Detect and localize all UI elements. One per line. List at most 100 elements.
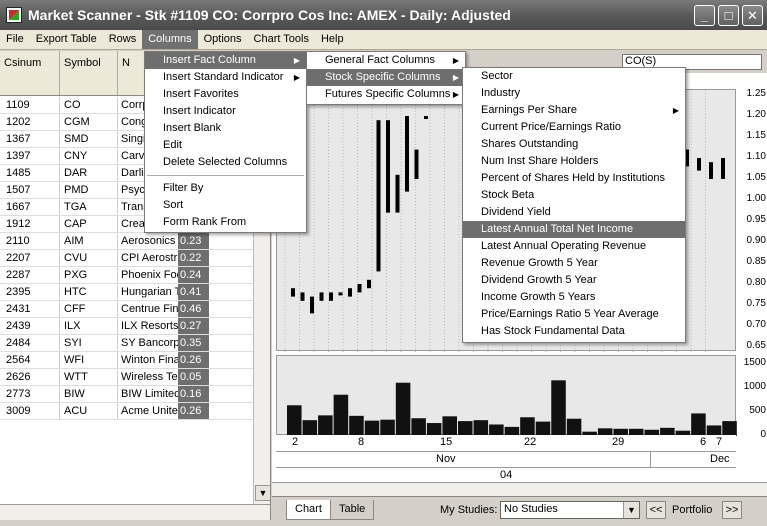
csinum-cell: 2395 bbox=[0, 284, 60, 300]
stock-menu-item[interactable]: Price/Earnings Ratio 5 Year Average bbox=[463, 306, 685, 323]
menu-export-table[interactable]: Export Table bbox=[30, 30, 103, 49]
table-row[interactable]: 2626 WTT Wireless Tel 0.05 bbox=[0, 369, 270, 386]
volume-bar bbox=[535, 421, 551, 436]
chevron-down-icon[interactable]: ▼ bbox=[623, 502, 639, 518]
previous-button[interactable]: << bbox=[646, 501, 666, 519]
stock-menu-item[interactable]: Dividend Yield bbox=[463, 204, 685, 221]
name-cell: Phoenix Foo bbox=[121, 269, 178, 281]
column-header-csinum[interactable]: Csinum bbox=[0, 51, 60, 95]
volume-axis: 1500 1000 500 0 bbox=[738, 355, 767, 440]
name-cell: Acme United bbox=[121, 405, 178, 417]
stock-menu-item[interactable]: Revenue Growth 5 Year bbox=[463, 255, 685, 272]
table-row[interactable]: 2207 CVU CPI Aerostru 0.22 bbox=[0, 250, 270, 267]
stock-menu-item[interactable]: Has Stock Fundamental Data bbox=[463, 323, 685, 340]
stock-menu-item[interactable]: Current Price/Earnings Ratio bbox=[463, 119, 685, 136]
stock-menu-item[interactable]: Num Inst Share Holders bbox=[463, 153, 685, 170]
name-cell: Wireless Tel bbox=[121, 371, 178, 383]
price-bar bbox=[329, 292, 333, 301]
menu-file[interactable]: File bbox=[0, 30, 30, 49]
tab-chart[interactable]: Chart bbox=[286, 500, 331, 520]
name-cell: BIW Limited bbox=[121, 388, 178, 400]
price-bar bbox=[367, 279, 371, 289]
chart-horizontal-scrollbar[interactable] bbox=[272, 482, 767, 496]
stock-menu-item[interactable]: Latest Annual Operating Revenue bbox=[463, 238, 685, 255]
stock-menu-item[interactable]: Earnings Per Share bbox=[463, 102, 685, 119]
columns-menu-item[interactable]: Insert Indicator bbox=[145, 103, 306, 120]
columns-menu-item[interactable]: Insert Standard Indicator bbox=[145, 69, 306, 86]
price-tick: 0.90 bbox=[746, 235, 766, 246]
price-tick: 1.00 bbox=[746, 193, 766, 204]
menu-options[interactable]: Options bbox=[198, 30, 248, 49]
columns-menu-item[interactable]: Insert Favorites bbox=[145, 86, 306, 103]
menu-help[interactable]: Help bbox=[315, 30, 350, 49]
name-cell: CPI Aerostru bbox=[121, 252, 178, 264]
name-cell: Centrue Finc bbox=[121, 303, 178, 315]
stock-menu-item[interactable]: Income Growth 5 Years bbox=[463, 289, 685, 306]
volume-chart bbox=[287, 380, 737, 436]
columns-menu-item[interactable]: Form Rank From bbox=[145, 214, 306, 231]
fact-menu-item[interactable]: General Fact Columns bbox=[307, 52, 465, 69]
column-header-symbol[interactable]: Symbol bbox=[60, 51, 118, 95]
volume-bar bbox=[566, 418, 582, 436]
fact-menu-item[interactable]: Futures Specific Columns bbox=[307, 86, 465, 103]
value-cell: 0.05 bbox=[178, 369, 209, 385]
symbol-cell: CAP bbox=[60, 216, 118, 232]
tab-table[interactable]: Table bbox=[330, 500, 375, 520]
table-row[interactable]: 2773 BIW BIW Limited 0.16 bbox=[0, 386, 270, 403]
table-row[interactable]: 2484 SYI SY Bancorp 0.35 bbox=[0, 335, 270, 352]
volume-panel[interactable] bbox=[276, 355, 737, 436]
columns-menu-item[interactable]: Edit bbox=[145, 137, 306, 154]
x-tick: 22 bbox=[524, 436, 537, 448]
fact-column-submenu: General Fact ColumnsStock Specific Colum… bbox=[306, 51, 466, 105]
columns-menu-item[interactable]: Delete Selected Columns bbox=[145, 154, 306, 171]
minimize-button[interactable]: _ bbox=[694, 5, 715, 26]
csinum-cell: 1202 bbox=[0, 114, 60, 130]
stock-menu-item[interactable]: Latest Annual Total Net Income bbox=[463, 221, 685, 238]
table-horizontal-scrollbar[interactable] bbox=[0, 504, 270, 520]
table-row[interactable]: 2110AIMAerosonics C0.23 bbox=[0, 233, 270, 250]
price-bar bbox=[348, 288, 352, 297]
stock-menu-item[interactable]: Percent of Shares Held by Institutions bbox=[463, 170, 685, 187]
columns-menu-item[interactable]: Filter By bbox=[145, 180, 306, 197]
columns-menu-item[interactable]: Insert Fact Column bbox=[145, 52, 306, 69]
close-button[interactable]: ✕ bbox=[742, 5, 763, 26]
value-cell: 0.23 bbox=[178, 233, 209, 249]
volume-bar bbox=[302, 420, 318, 436]
table-row[interactable]: 2564 WFI Winton Finar 0.26 bbox=[0, 352, 270, 369]
stock-menu-item[interactable]: Dividend Growth 5 Year bbox=[463, 272, 685, 289]
price-bar bbox=[414, 149, 419, 179]
menu-columns[interactable]: Columns bbox=[142, 30, 198, 49]
volume-bar bbox=[287, 405, 302, 436]
stock-menu-item[interactable]: Sector bbox=[463, 68, 685, 85]
symbol-cell: CNY bbox=[60, 148, 118, 164]
maximize-button[interactable]: □ bbox=[718, 5, 739, 26]
columns-menu-item[interactable]: Sort bbox=[145, 197, 306, 214]
year-row: 04 bbox=[276, 467, 736, 483]
stock-menu-item[interactable]: Stock Beta bbox=[463, 187, 685, 204]
scroll-down-arrow[interactable]: ▼ bbox=[255, 485, 270, 501]
stock-menu-item[interactable]: Industry bbox=[463, 85, 685, 102]
table-row[interactable]: 3009 ACU Acme United 0.26 bbox=[0, 403, 270, 420]
table-row[interactable]: 2439 ILX ILX Resorts 0.27 bbox=[0, 318, 270, 335]
table-row[interactable]: 2395 HTC Hungarian T 0.41 bbox=[0, 284, 270, 301]
fact-menu-item[interactable]: Stock Specific Columns bbox=[307, 69, 465, 86]
x-tick: 7 bbox=[716, 436, 723, 448]
price-bar bbox=[357, 284, 362, 293]
x-tick: 15 bbox=[440, 436, 453, 448]
stock-menu-item[interactable]: Shares Outstanding bbox=[463, 136, 685, 153]
price-bar bbox=[338, 292, 343, 296]
name-cell: ILX Resorts bbox=[121, 320, 178, 332]
table-row[interactable]: 2287 PXG Phoenix Foo 0.24 bbox=[0, 267, 270, 284]
price-tick: 0.70 bbox=[746, 319, 766, 330]
columns-menu-item[interactable]: Insert Blank bbox=[145, 120, 306, 137]
name-cell: Aerosonics C bbox=[121, 235, 178, 247]
volume-bar bbox=[333, 394, 349, 436]
menu-rows[interactable]: Rows bbox=[103, 30, 143, 49]
menu-chart-tools[interactable]: Chart Tools bbox=[248, 30, 315, 49]
studies-select[interactable]: No Studies ▼ bbox=[500, 501, 640, 519]
volume-tick: 500 bbox=[749, 405, 766, 416]
next-button[interactable]: >> bbox=[722, 501, 742, 519]
price-bar bbox=[424, 116, 428, 119]
table-row[interactable]: 2431 CFF Centrue Finc 0.46 bbox=[0, 301, 270, 318]
title-bar: Market Scanner - Stk #1109 CO: Corrpro C… bbox=[0, 0, 767, 30]
